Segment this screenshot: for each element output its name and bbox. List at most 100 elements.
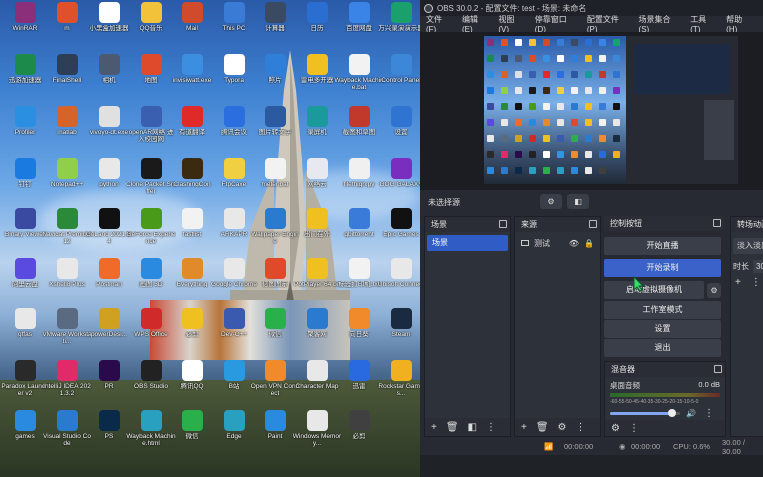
start-recording-button[interactable]: 开始录制: [604, 259, 721, 277]
paint-icon: [264, 410, 286, 431]
virtual-camera-settings-gear-icon[interactable]: ⚙: [707, 283, 721, 298]
desktop-icon[interactable]: Steam: [376, 308, 425, 338]
menu-bar: 文件(F) 编辑(E) 视图(V) 停靠窗口(D) 配置文件(P) 场景集合(S…: [420, 14, 763, 34]
preview-mini-icon: [613, 87, 620, 94]
visibility-eye-icon[interactable]: 👁: [569, 239, 579, 248]
photoshop-icon: [98, 410, 120, 431]
volume-slider-handle[interactable]: [667, 408, 676, 417]
dock-popout-icon[interactable]: [713, 219, 721, 227]
preview-mini-icon: [599, 167, 606, 174]
preview-mini-icon: [599, 55, 606, 62]
menu-view[interactable]: 视图(V): [498, 14, 523, 34]
start-streaming-button[interactable]: 开始直播: [604, 237, 721, 255]
geforce-icon: [140, 208, 162, 229]
preview-mini-icon: [585, 167, 592, 174]
menu-profile[interactable]: 配置文件(P): [587, 14, 628, 34]
transition-more-dots-icon[interactable]: ⋮: [751, 277, 761, 288]
mixer-more-dots-icon[interactable]: ⋮: [629, 423, 639, 434]
dock-popout-icon[interactable]: [589, 220, 597, 228]
winrar-icon: [14, 2, 36, 23]
add-transition-plus-icon[interactable]: +: [735, 277, 741, 288]
stream-time: 00:00:00: [564, 442, 594, 451]
add-source-plus-icon[interactable]: +: [521, 422, 527, 433]
preview-mini-icon: [515, 167, 522, 174]
desktop-icon[interactable]: 万兴录演演示器: [376, 2, 425, 32]
notepadpp-icon: [56, 158, 78, 179]
controls-title: 控制按钮: [610, 219, 642, 228]
desktop-icon[interactable]: Ubisoft Connect: [376, 258, 425, 288]
remove-source-trash-icon[interactable]: 🗑: [536, 422, 549, 433]
settings-button[interactable]: 设置: [604, 320, 721, 338]
preview-mini-icon: [585, 135, 592, 142]
add-scene-plus-icon[interactable]: +: [431, 422, 437, 433]
preview-mini-icon: [557, 39, 564, 46]
desktop-icon[interactable]: 设置: [376, 106, 425, 136]
sources-title: 来源: [521, 220, 537, 229]
batch-file-icon: [264, 158, 286, 179]
dock-popout-icon[interactable]: [499, 220, 507, 228]
source-properties-gear-icon[interactable]: ⚙: [540, 194, 562, 209]
preview-mini-icon: [487, 135, 494, 142]
screen-recorder-icon: [306, 106, 328, 127]
volume-slider[interactable]: [610, 408, 680, 417]
obs-window: OBS 30.0.2 - 配置文件: test - 场景: 未命名 文件(F) …: [420, 0, 763, 477]
lock-icon[interactable]: 🔒: [584, 239, 594, 248]
menu-edit[interactable]: 编辑(E): [462, 14, 487, 34]
scene-filters-icon[interactable]: ◧: [468, 422, 477, 433]
studio-mode-button[interactable]: 工作室模式: [604, 301, 721, 319]
mixer-settings-gear-icon[interactable]: ⚙: [611, 423, 620, 434]
desktop-icon[interactable]: 必剪: [334, 410, 384, 440]
source-item[interactable]: 测试 👁 🔒: [517, 236, 598, 250]
menu-file[interactable]: 文件(F): [426, 14, 451, 34]
scene-more-dots-icon[interactable]: ⋮: [486, 422, 496, 433]
desktop-icon-label: Ubisoft Connect: [377, 281, 425, 288]
preview-mini-icon: [571, 151, 578, 158]
menu-docks[interactable]: 停靠窗口(D): [535, 14, 576, 34]
duration-input[interactable]: 300: [753, 260, 763, 273]
desktop-icon-label: 必剪: [352, 433, 366, 440]
desktop-icon[interactable]: Rockstar Games...: [376, 360, 425, 397]
clashingcon-icon: [181, 158, 203, 179]
exit-button[interactable]: 退出: [604, 339, 721, 357]
preview-mini-icon: [599, 39, 606, 46]
matlab-icon: [56, 106, 78, 127]
profiler-icon: [14, 106, 36, 127]
preview-mini-icon: [585, 151, 592, 158]
source-properties-gear-icon[interactable]: ⚙: [558, 422, 567, 433]
desktop-icon[interactable]: Control Panel: [376, 54, 425, 84]
preview-mini-icon: [599, 151, 606, 158]
desktop-icon[interactable]: Epic Games: [376, 208, 425, 238]
source-more-dots-icon[interactable]: ⋮: [576, 422, 586, 433]
potplayer-icon: [306, 258, 328, 279]
monitor-icon: [521, 240, 529, 246]
speaker-icon[interactable]: 🔊: [686, 409, 696, 418]
preview-canvas[interactable]: [420, 32, 763, 190]
snip-sketch-icon: [348, 106, 370, 127]
desktop-icon-label: 设置: [394, 129, 408, 136]
status-bar: 📶 00:00:00 ◉ 00:00:00 CPU: 0.6% 30.00 / …: [420, 438, 763, 456]
preview-screen-capture: [484, 36, 738, 184]
remove-scene-trash-icon[interactable]: 🗑: [446, 422, 459, 433]
desktop-icon[interactable]: GOG GALAXY: [376, 158, 425, 188]
audio-meter: [610, 393, 720, 397]
preview-mini-icon: [515, 87, 522, 94]
transition-select[interactable]: 淡入淡出: [733, 238, 763, 254]
cpu-usage: CPU: 0.6%: [673, 442, 711, 451]
source-label: 测试: [534, 238, 550, 248]
wallpaper-engine-icon: [264, 208, 286, 229]
mixer-title: 混音器: [611, 365, 635, 374]
start-virtual-camera-button[interactable]: 启动虚拟摄像机: [604, 281, 704, 299]
mixer-more-dots-icon[interactable]: ⋮: [704, 408, 714, 419]
duration-label: 时长: [733, 262, 749, 271]
menu-tools[interactable]: 工具(T): [690, 14, 715, 34]
menu-scene-collection[interactable]: 场景集合(S): [639, 14, 680, 34]
source-filters-icon[interactable]: ◧: [567, 194, 589, 209]
preview-mini-icon: [543, 71, 550, 78]
scene-item[interactable]: 场景: [427, 235, 508, 251]
vmware-icon: [56, 308, 78, 329]
audio-mixer-dock: 混音器 桌面音频 0.0 dB -60-55-50-45-40-35-30-25…: [604, 361, 726, 437]
volume-slider-fill: [610, 411, 672, 415]
menu-help[interactable]: 帮助(H): [726, 14, 752, 34]
dock-popout-icon[interactable]: [714, 365, 722, 373]
xshell-icon: [56, 258, 78, 279]
